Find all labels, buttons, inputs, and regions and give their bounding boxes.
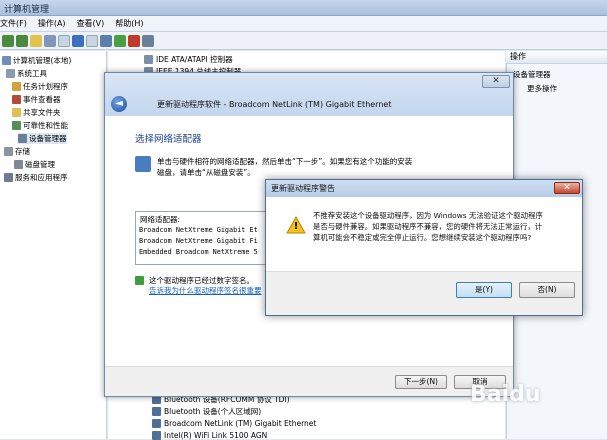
clock-icon: [12, 82, 21, 91]
device-manager-icon: [18, 134, 27, 143]
tree-disk-management[interactable]: 磁盘管理: [14, 159, 55, 170]
tree-root[interactable]: 计算机管理(本地): [2, 55, 71, 66]
up-folder-icon[interactable]: [30, 34, 42, 47]
actions-section[interactable]: 设备管理器: [513, 69, 551, 80]
disk-icon: [14, 160, 23, 169]
adapter-list-label: 网络适配器:: [140, 215, 181, 224]
toolbar: [0, 32, 607, 50]
signed-link[interactable]: 告诉我为什么驱动程序签名很重要: [149, 285, 262, 296]
alert-titlebar: 更新驱动程序警告 ✕: [266, 180, 582, 197]
window-titlebar: 计算机管理: [0, 0, 607, 16]
tree-shared-folders[interactable]: 共享文件夹: [12, 107, 61, 118]
network-adapter-icon: [152, 407, 161, 416]
no-button[interactable]: 否(N): [519, 282, 575, 298]
network-card-icon: [135, 156, 151, 172]
performance-icon: [12, 121, 21, 130]
tree-performance[interactable]: 可靠性和性能: [12, 120, 68, 131]
scan-hardware-icon[interactable]: [100, 34, 112, 47]
console-tree: 计算机管理(本地) 系统工具 任务计划程序 事件查看器 共享文件夹 可靠性和性能…: [0, 51, 107, 439]
back-icon[interactable]: [2, 34, 14, 47]
adapter-item[interactable]: Broadcom NetXtreme Gigabit Et: [139, 226, 258, 234]
wizard-close-button[interactable]: ✕: [482, 75, 510, 88]
wizard-footer: 下一步(N) 取消: [105, 366, 513, 396]
menu-view[interactable]: 查看(V): [77, 18, 105, 29]
alert-close-button[interactable]: ✕: [554, 182, 580, 194]
menu-bar: 文件(F) 操作(A) 查看(V) 帮助(H): [0, 16, 607, 32]
warning-glyph: !: [293, 221, 299, 232]
console-tree-icon[interactable]: [44, 34, 56, 47]
more-actions[interactable]: 更多操作: [527, 83, 557, 94]
yes-button[interactable]: 是(Y): [456, 282, 512, 298]
baidu-watermark: Baidu: [470, 382, 541, 407]
alert-footer: 是(Y) 否(N): [266, 271, 582, 315]
forward-icon[interactable]: [16, 34, 28, 47]
alert-message-line: 是否与硬件兼容。如果驱动程序不兼容，您的硬件将无法正常运行，计: [313, 222, 543, 231]
adapter-list-box: 网络适配器: Broadcom NetXtreme Gigabit Et Bro…: [135, 211, 275, 265]
network-adapter-icon: [152, 419, 161, 428]
properties-icon[interactable]: [58, 34, 70, 47]
alert-message-line: 不推荐安装这个设备驱动程序，因为 Windows 无法验证这个驱动程序: [313, 211, 543, 220]
tree-system-tools[interactable]: 系统工具: [6, 68, 47, 79]
alert-message-line: 算机可能会不稳定或完全停止运行。您想继续安装这个驱动程序吗?: [313, 233, 532, 242]
adapter-item[interactable]: Embedded Broadcom NetXtreme 5: [139, 248, 258, 256]
disable-icon[interactable]: [142, 34, 154, 47]
menu-help[interactable]: 帮助(H): [115, 18, 143, 29]
actions-header: 操作: [506, 51, 607, 64]
next-button[interactable]: 下一步(N): [395, 375, 447, 389]
tree-storage[interactable]: 存储: [4, 146, 30, 157]
computer-icon: [2, 56, 11, 65]
signed-driver-icon: [135, 276, 144, 285]
services-icon: [4, 173, 13, 182]
adapter-item[interactable]: Broadcom NetXtreme Gigabit Fi: [139, 237, 258, 245]
tree-event-viewer[interactable]: 事件查看器: [12, 94, 61, 105]
tree-task-scheduler[interactable]: 任务计划程序: [12, 81, 68, 92]
back-arrow-icon[interactable]: ◄: [111, 96, 127, 112]
list-item[interactable]: Broadcom NetLink (TM) Gigabit Ethernet: [152, 419, 316, 428]
event-icon: [12, 95, 21, 104]
wizard-title: 更新驱动程序软件 - Broadcom NetLink (TM) Gigabit…: [157, 100, 392, 109]
list-item[interactable]: IDE ATA/ATAPI 控制器: [144, 54, 233, 65]
menu-file[interactable]: 文件(F): [0, 18, 27, 29]
tree-device-manager[interactable]: 设备管理器: [18, 133, 67, 144]
list-item[interactable]: Bluetooth 设备(个人区域网): [152, 406, 261, 417]
tree-services[interactable]: 服务和应用程序: [4, 172, 68, 183]
driver-warning-dialog: 更新驱动程序警告 ✕ ! 不推荐安装这个设备驱动程序，因为 Windows 无法…: [265, 179, 583, 316]
wizard-instruction-1: 单击与硬件相符的网络适配器，然后单击“下一步”。如果您有这个功能的安装: [157, 157, 413, 166]
window-title: 计算机管理: [4, 5, 50, 15]
help-icon[interactable]: [72, 34, 84, 47]
wizard-heading: 选择网络适配器: [135, 134, 202, 145]
folder-icon: [12, 108, 21, 117]
tools-icon: [6, 69, 15, 78]
update-driver-icon[interactable]: [114, 34, 126, 47]
wizard-header: ✕ ◄ 更新驱动程序软件 - Broadcom NetLink (TM) Gig…: [105, 73, 513, 116]
menu-action[interactable]: 操作(A): [38, 18, 66, 29]
alert-message: 不推荐安装这个设备驱动程序，因为 Windows 无法验证这个驱动程序 是否与硬…: [313, 210, 575, 243]
alert-title: 更新驱动程序警告: [271, 184, 335, 193]
wizard-instruction-2: 磁盘，请单击“从磁盘安装”。: [157, 168, 255, 177]
storage-icon: [4, 147, 13, 156]
ide-icon: [144, 55, 153, 64]
uninstall-icon[interactable]: [128, 34, 140, 47]
show-hide-icon[interactable]: [86, 34, 98, 47]
